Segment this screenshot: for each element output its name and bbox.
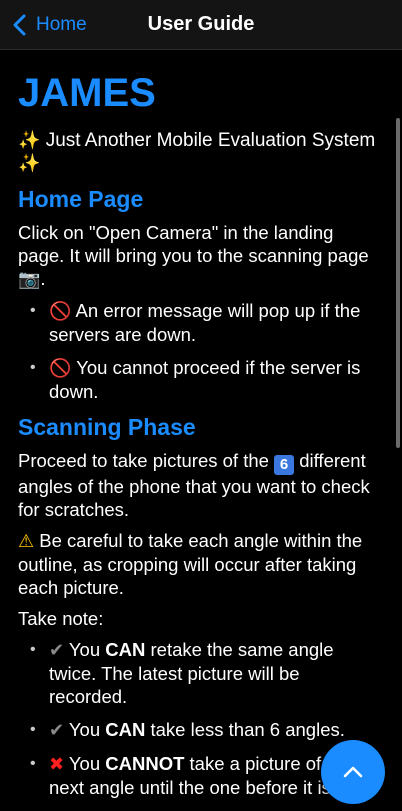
home-intro-text: Click on "Open Camera" in the landing pa…	[18, 222, 369, 266]
check-icon: ✔	[49, 640, 65, 661]
note-pre: You	[68, 639, 101, 660]
scroll-to-top-button[interactable]	[321, 740, 385, 804]
prohibited-icon: 🚫	[49, 301, 72, 322]
note-post: take less than 6 angles.	[150, 719, 345, 740]
chevron-up-icon	[343, 766, 363, 778]
list-item-text: You cannot proceed if the server is down…	[49, 357, 361, 402]
note-bold: CAN	[105, 639, 146, 660]
note-pre: You	[68, 719, 101, 740]
home-page-list: 🚫 An error message will pop up if the se…	[18, 299, 376, 403]
warning-note: ⚠ Be careful to take each angle within t…	[18, 529, 376, 599]
list-item-text: An error message will pop up if the serv…	[49, 300, 361, 345]
scanning-phase-heading: Scanning Phase	[18, 414, 196, 440]
number-six-badge: 6	[274, 455, 295, 475]
list-item: 🚫 You cannot proceed if the server is do…	[18, 356, 376, 403]
sparkles-icon: ✨	[18, 130, 41, 151]
navigation-header: Home User Guide	[0, 0, 402, 50]
list-item: 🚫 An error message will pop up if the se…	[18, 299, 376, 346]
check-icon: ✔	[49, 720, 65, 741]
list-item: ✔ You CAN take less than 6 angles.	[18, 718, 376, 742]
guide-content[interactable]: JAMES ✨ Just Another Mobile Evaluation S…	[0, 51, 394, 811]
app-subtitle: ✨ Just Another Mobile Evaluation System …	[18, 129, 376, 175]
warning-icon: ⚠	[18, 531, 35, 552]
camera-icon: 📷	[18, 269, 41, 290]
note-bold: CAN	[105, 719, 146, 740]
list-item: ✔ You CAN retake the same angle twice. T…	[18, 638, 376, 708]
prohibited-icon: 🚫	[49, 358, 72, 379]
scrollbar[interactable]	[396, 118, 400, 448]
scanning-intro: Proceed to take pictures of the 6 differ…	[18, 449, 376, 521]
home-page-intro: Click on "Open Camera" in the landing pa…	[18, 222, 369, 290]
warning-text: Be careful to take each angle within the…	[18, 530, 363, 598]
cross-icon: ✖	[49, 754, 65, 775]
home-page-heading: Home Page	[18, 186, 144, 212]
sparkles-icon: ✨	[18, 153, 41, 174]
app-title: JAMES	[18, 71, 156, 115]
page-title: User Guide	[147, 13, 255, 35]
note-pre: You	[68, 753, 101, 774]
scan-intro-before: Proceed to take pictures of the	[18, 450, 269, 471]
take-note-label: Take note:	[18, 608, 104, 629]
subtitle-text: Just Another Mobile Evaluation System	[45, 130, 376, 151]
note-bold: CANNOT	[105, 753, 185, 774]
